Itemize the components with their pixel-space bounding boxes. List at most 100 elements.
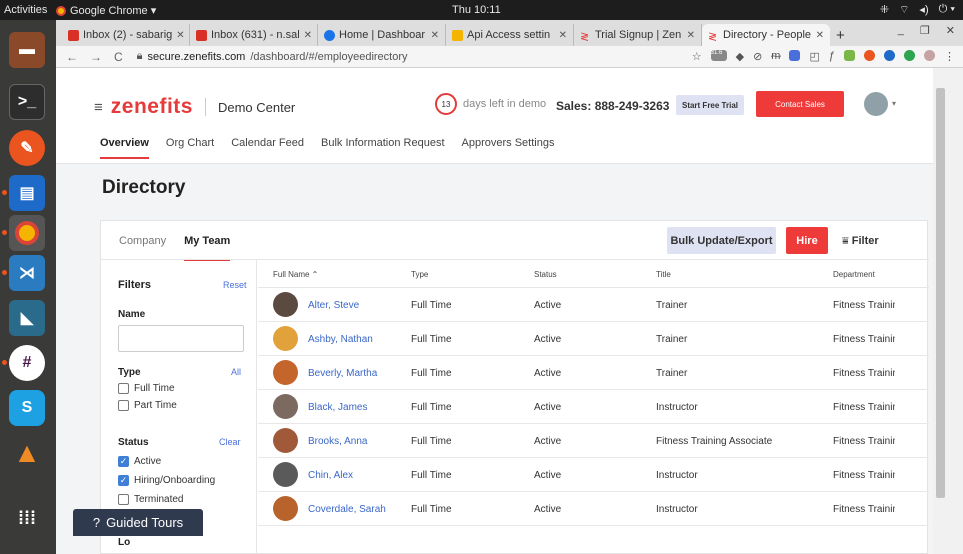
- name-filter-input[interactable]: [118, 325, 244, 352]
- extension-icon[interactable]: ᵯ: [771, 50, 780, 63]
- avatar[interactable]: [273, 496, 298, 521]
- extension-icon[interactable]: ƒ: [829, 50, 835, 63]
- avatar[interactable]: [273, 326, 298, 351]
- checkbox-full-time[interactable]: Full Time: [118, 383, 175, 394]
- close-icon[interactable]: ✕: [304, 30, 312, 41]
- employee-name-link[interactable]: Ashby, Nathan: [308, 334, 373, 345]
- reload-icon[interactable]: C: [114, 50, 123, 64]
- scrollbar-thumb[interactable]: [936, 88, 945, 498]
- tab-my-team[interactable]: My Team: [184, 235, 231, 261]
- close-window-icon[interactable]: ✕: [946, 24, 955, 37]
- zenefits-logo[interactable]: zenefits: [111, 95, 193, 119]
- chevron-down-icon[interactable]: ▾: [892, 99, 896, 108]
- slack-icon[interactable]: #: [9, 345, 45, 381]
- tab-bulk-information-request[interactable]: Bulk Information Request: [321, 137, 445, 159]
- extension-badge[interactable]: 31.6: [710, 50, 727, 61]
- close-icon[interactable]: ✕: [431, 30, 439, 41]
- clock[interactable]: Thu 10:11: [452, 4, 501, 16]
- checkbox[interactable]: ✓: [118, 475, 129, 486]
- avatar[interactable]: [273, 394, 298, 419]
- checkbox[interactable]: ✓: [118, 456, 129, 467]
- reset-link[interactable]: Reset: [223, 280, 247, 290]
- terminal-icon[interactable]: >_: [9, 84, 45, 120]
- skype-icon[interactable]: S: [9, 390, 45, 426]
- bulk-update-export-button[interactable]: Bulk Update/Export: [667, 227, 776, 254]
- table-row[interactable]: Coverdale, Sarah Full Time Active Instructo…: [258, 492, 929, 526]
- checkbox-part-time[interactable]: Part Time: [118, 400, 177, 411]
- forward-icon[interactable]: →: [90, 50, 102, 64]
- column-title[interactable]: Title: [656, 270, 671, 279]
- tab-org-chart[interactable]: Org Chart: [166, 137, 214, 159]
- star-icon[interactable]: ☆: [692, 50, 702, 63]
- employee-name-link[interactable]: Brooks, Anna: [308, 436, 367, 447]
- column-status[interactable]: Status: [534, 270, 557, 279]
- app-menu[interactable]: Google Chrome ▾: [56, 4, 156, 17]
- contact-sales-button[interactable]: Contact Sales: [756, 91, 844, 117]
- extension-icon[interactable]: [844, 50, 855, 61]
- start-trial-button[interactable]: Start Free Trial: [676, 95, 744, 115]
- table-row[interactable]: Brooks, Anna Full Time Active Fitness Train…: [258, 424, 929, 458]
- checkbox[interactable]: [118, 400, 129, 411]
- maximize-icon[interactable]: ❐: [920, 24, 930, 37]
- system-tray[interactable]: ⁜ ⌔ ◂) ⏻ ▾: [880, 3, 955, 17]
- employee-name-link[interactable]: Alter, Steve: [308, 300, 359, 311]
- type-all-link[interactable]: All: [231, 367, 241, 377]
- writer-icon[interactable]: ▤: [9, 175, 45, 211]
- avatar[interactable]: [273, 428, 298, 453]
- employee-name-link[interactable]: Beverly, Martha: [308, 368, 377, 379]
- extension-icon[interactable]: [884, 50, 895, 61]
- close-icon[interactable]: ✕: [559, 30, 567, 41]
- new-tab-button[interactable]: +: [830, 24, 851, 46]
- checkbox-active[interactable]: ✓ Active: [118, 456, 161, 467]
- checkbox[interactable]: [118, 494, 129, 505]
- url-field[interactable]: 🔒︎ secure.zenefits.com/dashboard/#/emplo…: [137, 50, 408, 63]
- filter-button[interactable]: ⩸ Filter: [842, 235, 879, 248]
- extension-icon[interactable]: [904, 50, 915, 61]
- tab-trial-signup[interactable]: ≷ Trial Signup | Zen ✕: [574, 24, 702, 46]
- hamburger-icon[interactable]: ≡: [94, 99, 103, 116]
- tab-gmail-2[interactable]: Inbox (631) - n.sal ✕: [190, 24, 318, 46]
- tab-api-access[interactable]: Api Access settin ✕: [446, 24, 574, 46]
- tab-company[interactable]: Company: [119, 235, 166, 261]
- activities-button[interactable]: Activities: [4, 4, 47, 16]
- tab-overview[interactable]: Overview: [100, 137, 149, 159]
- tab-directory[interactable]: ≷ Directory - People ✕: [702, 24, 830, 46]
- avatar[interactable]: [273, 360, 298, 385]
- mysql-workbench-icon[interactable]: ◣: [9, 300, 45, 336]
- avatar[interactable]: [273, 462, 298, 487]
- employee-name-link[interactable]: Black, James: [308, 402, 367, 413]
- block-icon[interactable]: ⊘: [753, 50, 762, 63]
- close-icon[interactable]: ✕: [176, 30, 184, 41]
- checkbox[interactable]: [118, 383, 129, 394]
- close-icon[interactable]: ✕: [816, 30, 824, 41]
- extension-icon[interactable]: ◆: [736, 50, 744, 63]
- hire-button[interactable]: Hire: [786, 227, 828, 254]
- avatar[interactable]: [864, 92, 888, 116]
- profile-icon[interactable]: [924, 50, 935, 61]
- column-department[interactable]: Department: [833, 270, 875, 279]
- checkbox-hiring-onboarding[interactable]: ✓ Hiring/Onboarding: [118, 475, 215, 486]
- show-apps-icon[interactable]: ⁞⁞⁞: [9, 500, 45, 536]
- vscode-icon[interactable]: ⋊: [9, 255, 45, 291]
- employee-name-link[interactable]: Chin, Alex: [308, 470, 353, 481]
- tab-home-dashboard[interactable]: Home | Dashboar ✕: [318, 24, 446, 46]
- employee-name-link[interactable]: Coverdale, Sarah: [308, 504, 386, 515]
- back-icon[interactable]: ←: [66, 50, 78, 64]
- chrome-dock-icon[interactable]: [9, 215, 45, 251]
- minimize-icon[interactable]: _: [898, 24, 904, 37]
- files-icon[interactable]: ▬: [9, 32, 45, 68]
- close-icon[interactable]: ✕: [687, 30, 695, 41]
- tab-gmail-1[interactable]: Inbox (2) - sabarig ✕: [62, 24, 190, 46]
- tab-calendar-feed[interactable]: Calendar Feed: [231, 137, 304, 159]
- status-clear-link[interactable]: Clear: [219, 437, 241, 447]
- checkbox-terminated[interactable]: Terminated: [118, 494, 183, 505]
- column-type[interactable]: Type: [411, 270, 428, 279]
- compass-icon[interactable]: ✎: [9, 130, 45, 166]
- table-row[interactable]: Chin, Alex Full Time Active Instructor Fitne…: [258, 458, 929, 492]
- menu-icon[interactable]: ⋮: [944, 50, 955, 63]
- avatar[interactable]: [273, 292, 298, 317]
- table-row[interactable]: Black, James Full Time Active Instructor Fit…: [258, 390, 929, 424]
- scrollbar[interactable]: [933, 68, 963, 554]
- extension-icon[interactable]: ◰: [809, 50, 819, 63]
- table-row[interactable]: Alter, Steve Full Time Active Trainer Fitnes…: [258, 288, 929, 322]
